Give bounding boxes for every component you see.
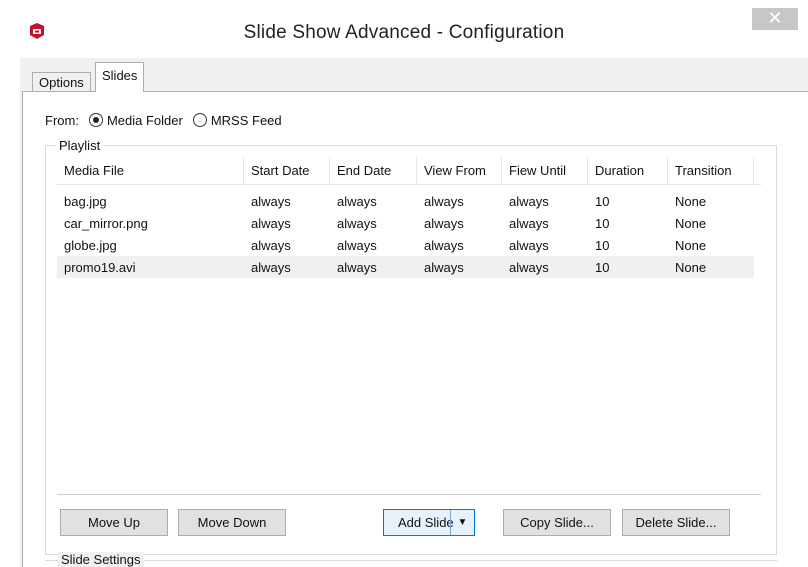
cell-media-file: promo19.avi — [64, 259, 136, 275]
add-slide-button[interactable]: Add Slide ▼ — [383, 509, 475, 536]
mrss-feed-radio[interactable]: MRSS Feed — [192, 112, 282, 128]
cell-start-date: always — [251, 237, 291, 253]
cell-transition: None — [675, 215, 707, 231]
cell-end-date: always — [337, 237, 377, 253]
slide-settings-group — [45, 560, 777, 561]
cell-view-from: always — [424, 259, 464, 275]
move-up-button[interactable]: Move Up — [60, 509, 168, 536]
cell-media-file: globe.jpg — [64, 237, 117, 253]
column-header-duration[interactable]: Duration — [588, 156, 668, 185]
add-slide-label: Add Slide — [398, 515, 454, 530]
cell-transition: None — [675, 259, 707, 275]
playlist-group-label: Playlist — [56, 138, 104, 153]
table-row[interactable]: globe.jpg always always always always 10… — [57, 234, 761, 256]
cell-view-until: always — [509, 215, 549, 231]
cell-media-file: bag.jpg — [64, 193, 107, 209]
cell-view-until: always — [509, 237, 549, 253]
cell-duration: 10 — [595, 237, 610, 253]
column-header-end-date[interactable]: End Date — [330, 156, 417, 185]
listview-rows: bag.jpg always always always always 10 N… — [57, 185, 761, 278]
source-selector: From: Media Folder MRSS Feed — [45, 110, 282, 130]
delete-slide-button[interactable]: Delete Slide... — [622, 509, 730, 536]
radio-unchecked-icon[interactable] — [192, 113, 207, 127]
cell-end-date: always — [337, 193, 377, 209]
chevron-down-icon[interactable]: ▼ — [450, 510, 474, 535]
table-row-selected[interactable]: promo19.avi always always always always … — [57, 256, 754, 278]
title-bar: Slide Show Advanced - Configuration ✕ — [0, 0, 808, 60]
move-down-button[interactable]: Move Down — [178, 509, 286, 536]
playlist-listview[interactable]: Media File Start Date End Date View From… — [57, 156, 761, 493]
media-folder-radio[interactable]: Media Folder — [88, 112, 183, 128]
slide-settings-group-label: Slide Settings — [58, 552, 144, 567]
cell-view-until: always — [509, 193, 549, 209]
cell-view-until: always — [509, 259, 549, 275]
cell-media-file: car_mirror.png — [64, 215, 148, 231]
table-row[interactable]: bag.jpg always always always always 10 N… — [57, 190, 761, 212]
cell-view-from: always — [424, 237, 464, 253]
cell-transition: None — [675, 193, 707, 209]
column-header-start-date[interactable]: Start Date — [244, 156, 330, 185]
mrss-feed-label: MRSS Feed — [210, 112, 282, 128]
close-button[interactable]: ✕ — [752, 8, 798, 30]
cell-view-from: always — [424, 193, 464, 209]
cell-end-date: always — [337, 215, 377, 231]
cell-duration: 10 — [595, 193, 610, 209]
column-header-view-until[interactable]: Fiew Until — [502, 156, 588, 185]
listview-divider — [57, 494, 761, 495]
listview-header: Media File Start Date End Date View From… — [57, 156, 761, 185]
cell-end-date: always — [337, 259, 377, 275]
cell-duration: 10 — [595, 215, 610, 231]
column-header-media-file[interactable]: Media File — [57, 156, 244, 185]
cell-view-from: always — [424, 215, 464, 231]
column-header-view-from[interactable]: View From — [417, 156, 502, 185]
radio-checked-icon[interactable] — [88, 113, 103, 127]
cell-transition: None — [675, 237, 707, 253]
table-row[interactable]: car_mirror.png always always always alwa… — [57, 212, 761, 234]
cell-start-date: always — [251, 259, 291, 275]
window-title: Slide Show Advanced - Configuration — [243, 22, 565, 43]
media-folder-label: Media Folder — [106, 112, 183, 128]
cell-start-date: always — [251, 215, 291, 231]
cell-start-date: always — [251, 193, 291, 209]
cell-duration: 10 — [595, 259, 610, 275]
copy-slide-button[interactable]: Copy Slide... — [503, 509, 611, 536]
column-header-transition[interactable]: Transition — [668, 156, 754, 185]
tab-options[interactable]: Options — [32, 72, 91, 92]
tab-slides[interactable]: Slides — [95, 62, 145, 92]
from-label: From: — [45, 112, 79, 128]
